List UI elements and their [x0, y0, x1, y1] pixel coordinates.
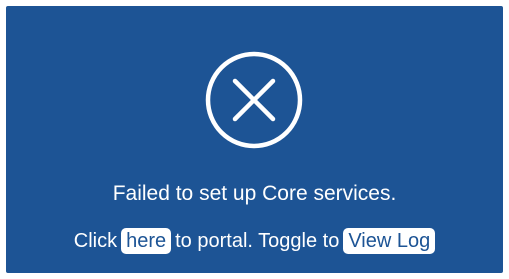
- error-message: Failed to set up Core services.: [112, 182, 397, 205]
- here-link[interactable]: here: [121, 228, 172, 254]
- action-line: Click here to portal. Toggle to View Log: [6, 228, 503, 254]
- error-panel: Failed to set up Core services. Click her…: [6, 6, 503, 273]
- error-icon: [204, 50, 304, 150]
- view-log-button[interactable]: View Log: [343, 228, 436, 254]
- circle-x-icon: [205, 51, 303, 149]
- click-prefix-text: Click: [73, 230, 118, 252]
- portal-toggle-text: to portal. Toggle to: [175, 230, 340, 252]
